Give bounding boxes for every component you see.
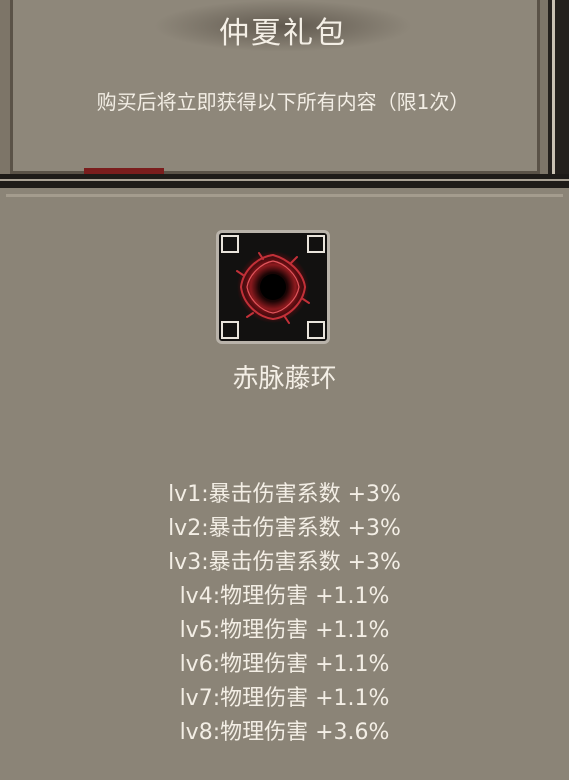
stat-line: lv2:暴击伤害系数 +3% bbox=[168, 516, 401, 541]
thorn-ring-icon bbox=[236, 251, 310, 324]
gift-pack-header-panel: 仲夏礼包 购买后将立即获得以下所有内容（限1次） bbox=[0, 0, 569, 180]
reward-item-slot[interactable] bbox=[216, 230, 330, 344]
stat-line: lv3:暴击伤害系数 +3% bbox=[168, 550, 401, 575]
stat-line: lv4:物理伤害 +1.1% bbox=[179, 584, 390, 609]
stat-line: lv7:物理伤害 +1.1% bbox=[179, 686, 390, 711]
right-frame-edge bbox=[548, 0, 569, 180]
stat-line: lv6:物理伤害 +1.1% bbox=[179, 652, 390, 677]
stat-line: lv1:暴击伤害系数 +3% bbox=[168, 482, 401, 507]
stat-line: lv5:物理伤害 +1.1% bbox=[179, 618, 390, 643]
stat-list: lv1:暴击伤害系数 +3% lv2:暴击伤害系数 +3% lv3:暴击伤害系数… bbox=[0, 478, 569, 750]
section-divider bbox=[0, 174, 569, 188]
reward-item-name: 赤脉藤环 bbox=[232, 364, 337, 394]
purchase-description: 购买后将立即获得以下所有内容（限1次） bbox=[96, 90, 470, 114]
header-frame: 仲夏礼包 购买后将立即获得以下所有内容（限1次） bbox=[10, 0, 540, 174]
stat-line: lv8:物理伤害 +3.6% bbox=[179, 720, 390, 745]
page-title: 仲夏礼包 bbox=[219, 16, 347, 51]
